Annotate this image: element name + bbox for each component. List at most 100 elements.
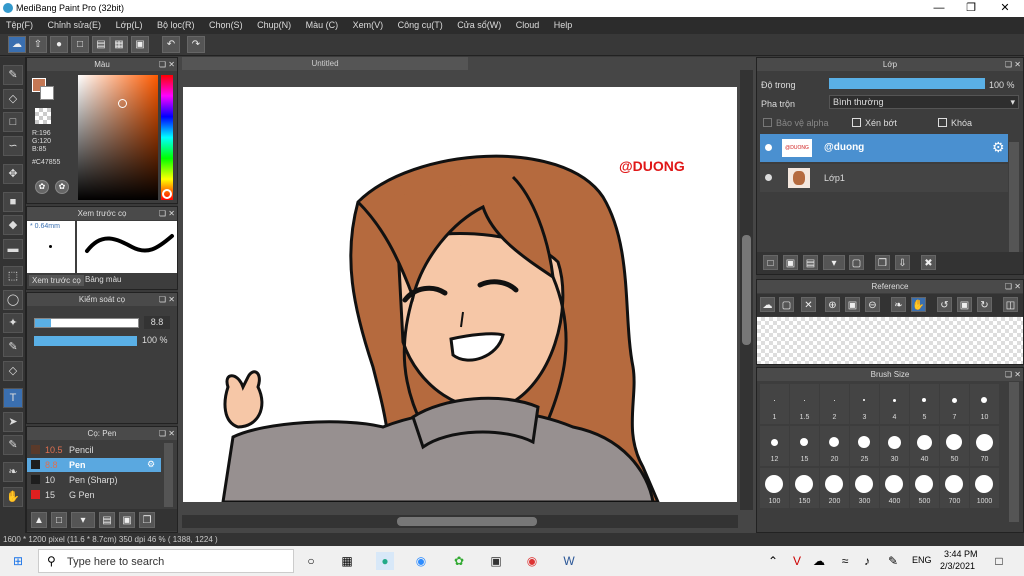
tiles-icon[interactable]: ▣ [131, 36, 149, 53]
add-brush-icon[interactable]: ▲ [31, 512, 47, 528]
hue-slider[interactable] [161, 75, 173, 200]
brush-size-cell[interactable]: 30 [880, 426, 909, 466]
brush-size-cell[interactable]: 12 [760, 426, 789, 466]
search-box[interactable]: ⚲ Type here to search [38, 549, 294, 573]
cortana-icon[interactable]: ○ [302, 552, 320, 570]
brush-size-cell[interactable]: 50 [940, 426, 969, 466]
brush-item-pencil[interactable]: 10.5 Pencil [27, 443, 161, 457]
reference-close-icon[interactable]: ✕ [801, 297, 816, 312]
chat-icon[interactable]: □ [71, 36, 89, 53]
brush-size-slider[interactable] [34, 318, 139, 328]
brush-size-cell[interactable]: 10 [970, 384, 999, 424]
operation-tool-icon[interactable]: ➤ [3, 412, 23, 432]
medibang-app-icon[interactable]: ● [376, 552, 394, 570]
brush-size-cell[interactable]: 1000 [970, 468, 999, 508]
pen-tray-icon[interactable]: ✎ [884, 552, 902, 570]
maximize-button[interactable]: ❐ [956, 0, 986, 17]
reference-cloud-icon[interactable]: ☁ [760, 297, 775, 312]
brush-size-cell[interactable]: 20 [820, 426, 849, 466]
zoom-out-icon[interactable]: ⊖ [865, 297, 880, 312]
text-tool-icon[interactable]: T [3, 388, 23, 408]
brush-item-pen[interactable]: 8.8 Pen ⚙ [27, 458, 161, 472]
eye-icon[interactable] [765, 174, 772, 181]
bucket-tool-icon[interactable]: ◆ [3, 215, 23, 235]
layer-row-duong[interactable]: @DUONG @duong ⚙ [760, 134, 1008, 162]
secondary-color-swatch[interactable] [40, 86, 54, 100]
undo-icon[interactable]: ↶ [162, 36, 180, 53]
task-view-icon[interactable]: ▦ [338, 552, 356, 570]
panel-close-icon[interactable]: ❏ ✕ [1005, 58, 1021, 71]
vertical-scrollbar[interactable] [740, 70, 753, 510]
panel-close-icon[interactable]: ❏ ✕ [1005, 280, 1021, 293]
camera-icon[interactable]: ▣ [487, 552, 505, 570]
hand-tool-icon[interactable]: ✋ [3, 487, 23, 507]
rotate-right-icon[interactable]: ↻ [977, 297, 992, 312]
notification-icon[interactable]: □ [990, 552, 1008, 570]
brush-size-cell[interactable]: 150 [790, 468, 819, 508]
windows-start-icon[interactable]: ⊞ [9, 552, 27, 570]
brush-size-cell[interactable]: 1 [760, 384, 789, 424]
document-tab[interactable]: Untitled [182, 57, 468, 70]
folder-icon[interactable]: ▣ [119, 512, 135, 528]
brush-item-g-pen[interactable]: 15 G Pen [27, 488, 161, 502]
brush-size-cell[interactable]: 500 [910, 468, 939, 508]
brush-size-cell[interactable]: 3 [850, 384, 879, 424]
brush-settings-icon[interactable]: ▤ [99, 512, 115, 528]
color-picker-cursor[interactable] [118, 99, 127, 108]
brush-size-scrollbar[interactable] [1009, 382, 1019, 522]
brush-size-cell[interactable]: 1.5 [790, 384, 819, 424]
panel-close-icon[interactable]: ❏ ✕ [159, 293, 175, 306]
menu-select[interactable]: Chọn(S) [203, 17, 249, 34]
menu-color[interactable]: Màu (C) [300, 17, 345, 34]
gear-icon[interactable]: ⚙ [992, 139, 1005, 156]
brush-size-cell[interactable]: 7 [940, 384, 969, 424]
lock-checkbox[interactable] [938, 118, 947, 127]
rotate-left-icon[interactable]: ↺ [937, 297, 952, 312]
merge-down-icon[interactable]: ⇩ [895, 255, 910, 270]
layer-opacity-slider[interactable] [829, 78, 985, 89]
new-layer-icon[interactable]: □ [763, 255, 778, 270]
zoom-app-icon[interactable]: ◉ [412, 552, 430, 570]
brush-size-cell[interactable]: 300 [850, 468, 879, 508]
magic-wand-icon[interactable]: ✦ [3, 313, 23, 333]
close-button[interactable]: ✕ [990, 0, 1020, 17]
select-rect-icon[interactable]: ⬚ [3, 266, 23, 286]
reference-open-icon[interactable]: ▢ [779, 297, 794, 312]
menu-tools[interactable]: Công cụ(T) [392, 17, 449, 34]
lasso-tool-icon[interactable]: ◯ [3, 290, 23, 310]
menu-layer[interactable]: Lớp(L) [110, 17, 149, 34]
brush-size-cell[interactable]: 25 [850, 426, 879, 466]
brush-tool-icon[interactable]: ✎ [3, 65, 23, 85]
palette-icon[interactable]: ✿ [35, 180, 49, 194]
brush-size-cell[interactable]: 4 [880, 384, 909, 424]
clip-checkbox[interactable] [852, 118, 861, 127]
panel-close-icon[interactable]: ❏ ✕ [159, 58, 175, 71]
move-tool-icon[interactable]: ✥ [3, 164, 23, 184]
menu-snap[interactable]: Chụp(N) [251, 17, 297, 34]
select-pen-icon[interactable]: ✎ [3, 337, 23, 357]
delete-layer-icon[interactable]: ✖ [921, 255, 936, 270]
brush-menu-icon[interactable]: ▾ [71, 512, 95, 528]
menu-view[interactable]: Xem(V) [347, 17, 390, 34]
add-layer-menu-icon[interactable]: ▾ [823, 255, 845, 270]
brush-size-cell[interactable]: 2 [820, 384, 849, 424]
minimize-button[interactable]: — [924, 0, 954, 17]
drawing-canvas[interactable]: @DUONG [183, 87, 737, 502]
gradient-tool-icon[interactable]: ▬ [3, 239, 23, 259]
panel-close-icon[interactable]: ❏ ✕ [1005, 368, 1021, 381]
brush-size-cell[interactable]: 40 [910, 426, 939, 466]
menu-filter[interactable]: Bộ lọc(R) [151, 17, 201, 34]
layer-row-lop1[interactable]: Lớp1 [760, 164, 1008, 192]
vivaldi-tray-icon[interactable]: V [788, 552, 806, 570]
select-eraser-icon[interactable]: ◇ [3, 361, 23, 381]
wifi-icon[interactable]: ≈ [836, 552, 854, 570]
brush-list-scrollbar[interactable] [164, 443, 173, 507]
input-language[interactable]: ENG [912, 555, 932, 565]
gear-icon[interactable]: ⚙ [147, 459, 155, 470]
new-8bit-layer-icon[interactable]: ▤ [803, 255, 818, 270]
brush-opacity-slider[interactable] [34, 336, 137, 346]
brush-size-cell[interactable]: 100 [760, 468, 789, 508]
reference-view[interactable] [757, 317, 1023, 364]
brush-size-value[interactable]: 8.8 [144, 316, 170, 329]
word-icon[interactable]: W [560, 552, 578, 570]
